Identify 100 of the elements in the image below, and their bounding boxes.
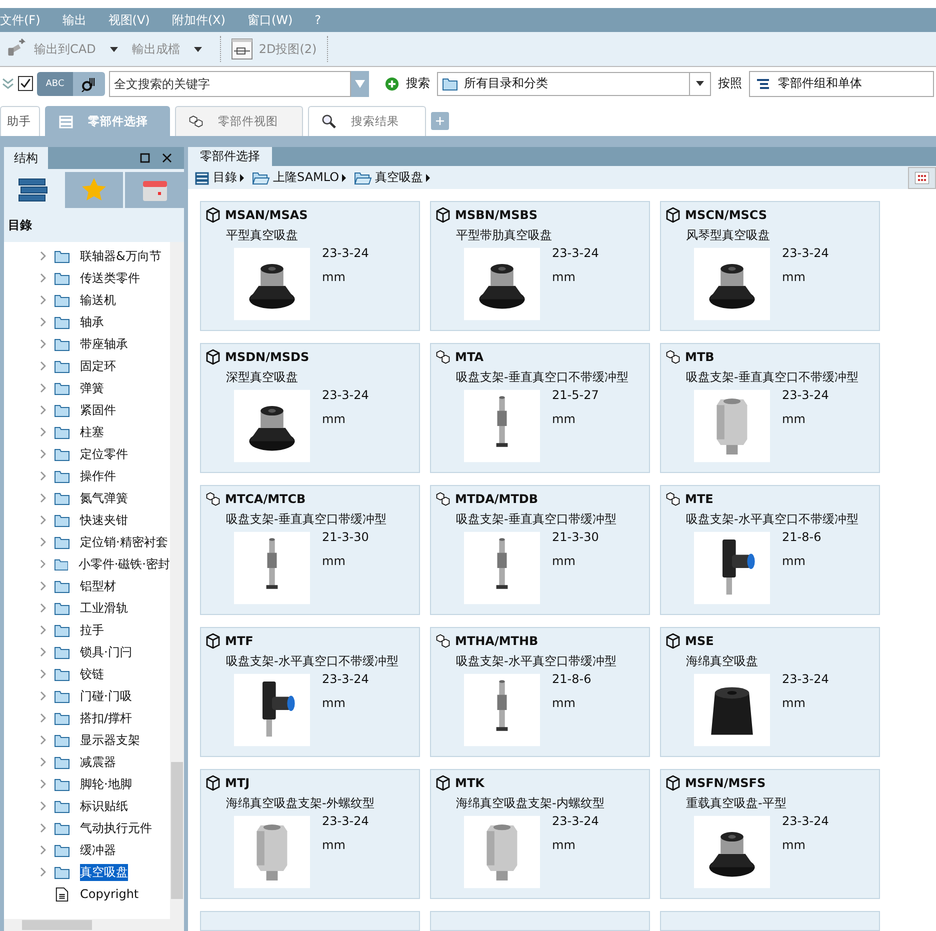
expand-icon[interactable] <box>40 669 46 679</box>
tree-item[interactable]: 锁具·门闩 <box>80 644 132 660</box>
tree-item[interactable]: 弹簧 <box>80 380 104 396</box>
expand-icon[interactable] <box>40 779 46 789</box>
tree-item[interactable]: 减震器 <box>80 754 116 770</box>
tree-item[interactable]: 定位销·精密衬套 <box>80 534 168 550</box>
product-card[interactable]: MTCA/MTCB 吸盘支架-垂直真空口带缓冲型 21-3-30 mm <box>200 485 420 615</box>
expand-icon[interactable] <box>40 581 46 591</box>
expand-icon[interactable] <box>40 515 46 525</box>
expand-icon[interactable] <box>40 801 46 811</box>
tree-item[interactable]: 氮气弹簧 <box>80 490 128 506</box>
panel-tab[interactable]: 零部件选择 <box>188 147 272 166</box>
tab[interactable]: 零部件视图 <box>175 106 303 136</box>
plus-icon[interactable] <box>385 76 399 90</box>
expand-icon[interactable] <box>40 317 46 327</box>
expand-icon[interactable] <box>40 713 46 723</box>
expand-icon[interactable] <box>40 273 46 283</box>
expand-icon[interactable] <box>40 493 46 503</box>
close-icon[interactable] <box>162 153 172 163</box>
expand-icon[interactable] <box>40 339 46 349</box>
calendar-tab[interactable] <box>125 172 184 208</box>
tab[interactable]: 助手 <box>0 106 40 136</box>
expand-icon[interactable] <box>40 559 46 569</box>
keyword-field[interactable]: 全文搜索的关键字 <box>109 70 351 96</box>
product-card[interactable]: MTB 吸盘支架-垂直真空口不带缓冲型 23-3-24 mm <box>660 343 880 473</box>
tree-item[interactable]: 铝型材 <box>80 578 116 594</box>
tree-item[interactable]: 显示器支架 <box>80 732 140 748</box>
tree-item[interactable]: 联轴器&万向节 <box>80 248 162 264</box>
product-card[interactable]: MSE 海绵真空吸盘 23-3-24 mm <box>660 627 880 757</box>
expand-icon[interactable] <box>40 735 46 745</box>
expand-icon[interactable] <box>40 361 46 371</box>
product-card[interactable]: MSDN/MSDS 深型真空吸盘 23-3-24 mm <box>200 343 420 473</box>
panel-tab[interactable]: 结构 <box>4 147 48 169</box>
grouping-dropdown[interactable]: 零部件组和单体 <box>749 70 934 96</box>
tree-item[interactable]: 轴承 <box>80 314 104 330</box>
expand-icon[interactable] <box>40 405 46 415</box>
product-card[interactable]: MTK 海绵真空吸盘支架-内螺纹型 23-3-24 mm <box>430 769 650 899</box>
expand-icon[interactable] <box>40 427 46 437</box>
dropdown-button[interactable] <box>351 70 369 96</box>
expand-icon[interactable] <box>40 691 46 701</box>
product-card[interactable]: MSAN/MSAS 平型真空吸盘 23-3-24 mm <box>200 201 420 331</box>
tree-item[interactable]: 操作件 <box>80 468 116 484</box>
tree-item[interactable]: 脚轮·地脚 <box>80 776 132 792</box>
breadcrumb-item[interactable]: 真空吸盘 <box>354 169 430 186</box>
tree-item[interactable]: 气动执行元件 <box>80 820 152 836</box>
expand-icon[interactable] <box>40 647 46 657</box>
product-card[interactable]: MSBN/MSBS 平型带肋真空吸盘 23-3-24 mm <box>430 201 650 331</box>
tree-item[interactable]: 真空吸盘 <box>80 864 128 880</box>
tree-item[interactable]: 输送机 <box>80 292 116 308</box>
tree-item[interactable]: 传送类零件 <box>80 270 140 286</box>
add-tab-button[interactable] <box>431 112 449 130</box>
expand-icon[interactable] <box>40 845 46 855</box>
text-mode-button[interactable]: ABC <box>37 72 73 96</box>
caret-icon[interactable] <box>110 46 118 52</box>
maximize-icon[interactable] <box>140 153 150 163</box>
expand-icon[interactable] <box>40 251 46 261</box>
tree-item[interactable]: 小零件·磁铁·密封 <box>78 556 170 572</box>
tree-item[interactable]: 拉手 <box>80 622 104 638</box>
tree-item[interactable]: 缓冲器 <box>80 842 116 858</box>
breadcrumb-item[interactable]: 上隆SAMLO <box>252 169 346 186</box>
product-card[interactable]: MSFN/MSFS 重载真空吸盘-平型 23-3-24 mm <box>660 769 880 899</box>
tree-item[interactable]: 紧固件 <box>80 402 116 418</box>
breadcrumb-item[interactable]: 目錄 <box>194 169 244 186</box>
shape-search-button[interactable] <box>73 72 105 96</box>
tree-item[interactable]: 带座轴承 <box>80 336 128 352</box>
view-mode-button[interactable] <box>908 166 936 189</box>
product-card[interactable]: MTHA/MTHB 吸盘支架-水平真空口带缓冲型 21-8-6 mm <box>430 627 650 757</box>
tree-item[interactable]: 搭扣/撑杆 <box>80 710 132 726</box>
scrollbar[interactable] <box>170 242 184 919</box>
expand-icon[interactable] <box>40 757 46 767</box>
product-card[interactable]: MSCN/MSCS 风琴型真空吸盘 23-3-24 mm <box>660 201 880 331</box>
double-chevron-icon[interactable] <box>2 78 14 90</box>
scrollbar[interactable] <box>4 919 184 931</box>
tab[interactable]: 搜索结果 <box>308 106 426 136</box>
product-card[interactable]: MTF 吸盘支架-水平真空口不带缓冲型 23-3-24 mm <box>200 627 420 757</box>
caret-icon[interactable] <box>194 46 202 52</box>
checkbox[interactable] <box>18 76 33 91</box>
expand-icon[interactable] <box>40 603 46 613</box>
tree-item[interactable]: 定位零件 <box>80 446 128 462</box>
tree-item[interactable]: 门碰·门吸 <box>80 688 132 704</box>
expand-icon[interactable] <box>40 471 46 481</box>
expand-icon[interactable] <box>40 537 46 547</box>
product-card[interactable]: MTA 吸盘支架-垂直真空口不带缓冲型 21-5-27 mm <box>430 343 650 473</box>
expand-icon[interactable] <box>40 449 46 459</box>
expand-icon[interactable] <box>40 823 46 833</box>
product-card[interactable]: MTE 吸盘支架-水平真空口不带缓冲型 21-8-6 mm <box>660 485 880 615</box>
product-card[interactable]: MTDA/MTDB 吸盘支架-垂直真空口带缓冲型 21-3-30 mm <box>430 485 650 615</box>
product-card[interactable]: MTJ 海绵真空吸盘支架-外螺纹型 23-3-24 mm <box>200 769 420 899</box>
tree-item[interactable]: 标识贴纸 <box>80 798 128 814</box>
tree-item[interactable]: 铰链 <box>80 666 104 682</box>
scope-dropdown[interactable]: 所有目录和分类 <box>437 72 711 96</box>
tree-item[interactable]: Copyright <box>80 887 139 901</box>
expand-icon[interactable] <box>40 383 46 393</box>
expand-icon[interactable] <box>40 625 46 635</box>
expand-icon[interactable] <box>40 867 46 877</box>
tree-item[interactable]: 固定环 <box>80 358 116 374</box>
expand-icon[interactable] <box>40 295 46 305</box>
tree-item[interactable]: 快速夹钳 <box>80 512 128 528</box>
tree-item[interactable]: 工业滑轨 <box>80 600 128 616</box>
tree-item[interactable]: 柱塞 <box>80 424 104 440</box>
